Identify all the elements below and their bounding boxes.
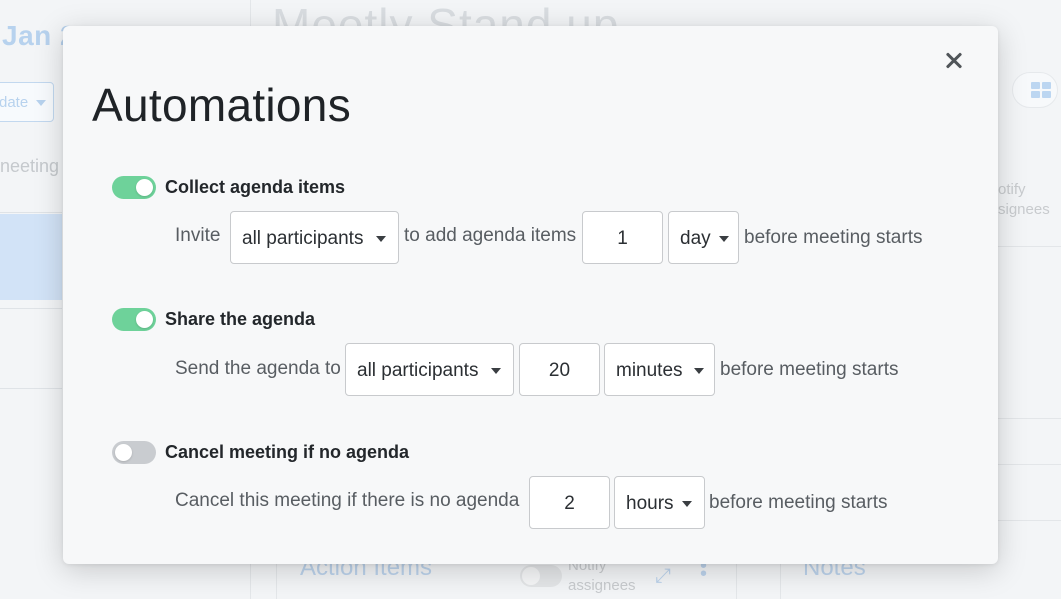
cancel-meeting-toggle[interactable] bbox=[112, 441, 156, 464]
amount-input[interactable]: 1 bbox=[582, 211, 663, 264]
dropdown-value: all participants bbox=[242, 228, 364, 249]
section-collect-agenda-items: Collect agenda items bbox=[112, 173, 972, 201]
toggle-knob bbox=[136, 311, 153, 328]
row-middle-text: to add agenda items bbox=[404, 225, 577, 246]
row-suffix: before meeting starts bbox=[709, 492, 888, 513]
modal-title: Automations bbox=[92, 79, 351, 131]
divider bbox=[998, 520, 1061, 521]
dropdown-value: minutes bbox=[616, 360, 683, 381]
amount-value: 2 bbox=[564, 493, 575, 514]
grid-view-icon bbox=[1012, 72, 1058, 108]
section-header: Cancel meeting if no agenda bbox=[112, 438, 972, 466]
row-prefix: Invite bbox=[175, 225, 221, 246]
divider bbox=[998, 418, 1061, 419]
participants-dropdown[interactable]: all participants bbox=[230, 211, 399, 264]
notify-assignees-toggle bbox=[520, 565, 562, 587]
amount-value: 20 bbox=[548, 360, 571, 381]
row-suffix: before meeting starts bbox=[744, 227, 923, 248]
row-prefix: Cancel this meeting if there is no agend… bbox=[175, 490, 520, 511]
close-icon[interactable] bbox=[938, 45, 970, 77]
section-label: Share the agenda bbox=[165, 309, 316, 329]
section-header: Collect agenda items bbox=[112, 173, 972, 201]
caret-down-icon bbox=[694, 368, 704, 374]
caret-down-icon bbox=[719, 236, 729, 242]
update-button: date bbox=[0, 82, 54, 122]
row-suffix: before meeting starts bbox=[720, 359, 899, 380]
share-agenda-toggle[interactable] bbox=[112, 308, 156, 331]
collect-agenda-toggle[interactable] bbox=[112, 176, 156, 199]
divider bbox=[0, 388, 62, 389]
selected-meeting-row bbox=[0, 214, 62, 300]
amount-input[interactable]: 2 bbox=[529, 476, 610, 529]
dropdown-value: day bbox=[680, 228, 711, 249]
divider bbox=[0, 308, 62, 309]
notify-assignees-label: otify signees bbox=[998, 181, 1050, 218]
expand-icon: ⤢ bbox=[655, 565, 671, 587]
dropdown-value: all participants bbox=[357, 360, 479, 381]
toggle-knob bbox=[136, 179, 153, 196]
collect-agenda-row: Invite all participants to add agenda it… bbox=[63, 210, 998, 264]
toggle-knob bbox=[115, 444, 132, 461]
section-label: Collect agenda items bbox=[165, 177, 346, 197]
unit-dropdown[interactable]: day bbox=[668, 211, 739, 264]
amount-input[interactable]: 20 bbox=[519, 343, 600, 396]
divider bbox=[998, 464, 1061, 465]
section-label: Cancel meeting if no agenda bbox=[165, 442, 410, 462]
section-header: Share the agenda bbox=[112, 305, 972, 333]
divider bbox=[998, 246, 1061, 247]
dropdown-value: hours bbox=[626, 493, 674, 514]
row-prefix: Send the agenda to bbox=[175, 358, 341, 379]
amount-value: 1 bbox=[617, 228, 628, 249]
caret-down-icon bbox=[36, 100, 46, 106]
more-vertical-icon: • • bbox=[700, 555, 708, 585]
section-share-agenda: Share the agenda bbox=[112, 305, 972, 333]
automations-modal: Automations Collect agenda items Invite … bbox=[63, 26, 998, 564]
cancel-meeting-row: Cancel this meeting if there is no agend… bbox=[63, 475, 998, 529]
caret-down-icon bbox=[682, 501, 692, 507]
unit-dropdown[interactable]: minutes bbox=[604, 343, 715, 396]
meeting-list-header: neeting bbox=[0, 156, 60, 176]
unit-dropdown[interactable]: hours bbox=[614, 476, 705, 529]
participants-dropdown[interactable]: all participants bbox=[345, 343, 514, 396]
section-cancel-meeting: Cancel meeting if no agenda bbox=[112, 438, 972, 466]
divider bbox=[0, 212, 62, 213]
caret-down-icon bbox=[491, 368, 501, 374]
update-button-label: date bbox=[0, 94, 29, 111]
caret-down-icon bbox=[376, 236, 386, 242]
share-agenda-row: Send the agenda to all participants 20 m… bbox=[63, 342, 998, 396]
